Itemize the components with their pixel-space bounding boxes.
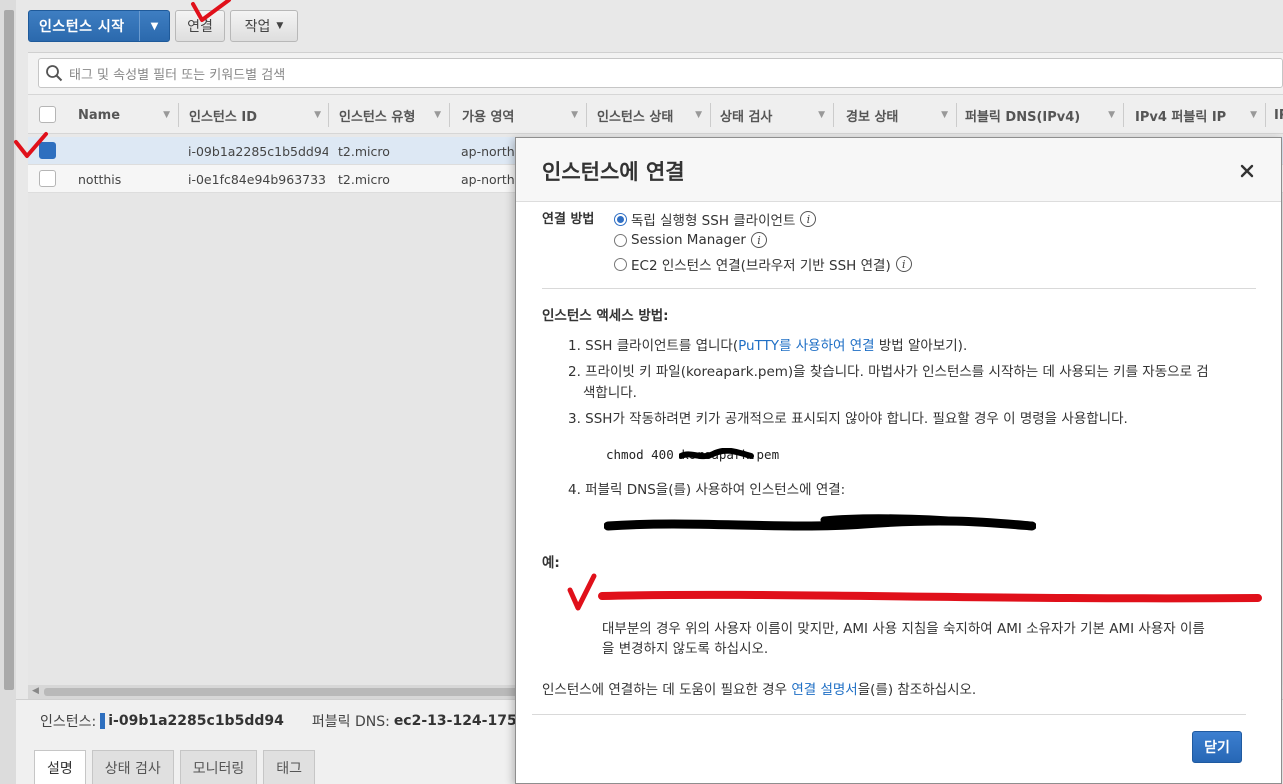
info-icon[interactable]: i [800, 211, 817, 227]
column-header-public-dns[interactable]: 퍼블릭 DNS(IPv4) ▼ [965, 95, 1123, 135]
dialog-header: 인스턴스에 연결 [516, 138, 1281, 202]
redaction-scribble [604, 514, 1036, 531]
chmod-command: chmod 400 koreapark.pem [606, 447, 780, 462]
close-icon[interactable] [1236, 160, 1258, 182]
tab-description[interactable]: 설명 [34, 750, 86, 784]
cell-instance-type: t2.micro [338, 171, 390, 187]
tab-tags[interactable]: 태그 [263, 750, 316, 784]
connection-method-label: 연결 방법 [542, 212, 595, 227]
dns-label: 퍼블릭 DNS: [311, 714, 390, 730]
info-icon[interactable]: i [895, 256, 912, 272]
column-header-name[interactable]: Name ▼ [78, 95, 178, 135]
cell-instance-id: i-09b1a2285c1b5dd94 [188, 143, 328, 159]
column-header-status-checks[interactable]: 상태 검사 ▼ [720, 95, 833, 135]
redaction-scribble [567, 573, 1262, 611]
divider [532, 714, 1246, 715]
instance-color-bar [100, 713, 106, 729]
username-note: 대부분의 경우 위의 사용자 이름이 맞지만, AMI 사용 지침을 숙지하여 … [602, 621, 1205, 657]
step-4: 4. 퍼블릭 DNS을(를) 사용하여 인스턴스에 연결: [568, 482, 846, 498]
actions-button[interactable]: 작업 ▼ [230, 10, 298, 42]
cell-name: notthis [78, 171, 122, 187]
instances-table-header: Name ▼ 인스턴스 ID ▼ 인스턴스 유형 ▼ 가용 영역 ▼ 인스턴스 상태 ▼ … [28, 94, 1283, 134]
column-header-instance-id[interactable]: 인스턴스 ID ▼ [189, 95, 329, 135]
select-all-checkbox[interactable] [39, 106, 56, 123]
column-header-instance-type[interactable]: 인스턴스 유형 ▼ [339, 95, 449, 135]
selected-instance-summary: 인스턴스: i-09b1a2285c1b5dd94 퍼블릭 DNS: ec2-1… [40, 711, 577, 731]
tab-monitoring[interactable]: 모니터링 [179, 750, 258, 784]
search-icon [46, 65, 63, 82]
close-button[interactable]: 닫기 [1192, 731, 1242, 763]
launch-instance-label: 인스턴스 시작 [39, 19, 125, 35]
cell-name [78, 137, 178, 165]
radio-unselected[interactable] [614, 257, 627, 271]
details-tabs: 설명 상태 검사 모니터링 태그 [34, 750, 316, 784]
connect-instance-dialog: 인스턴스에 연결 연결 방법 독립 실행형 SSH 클라이언트 i Sessio… [515, 137, 1282, 784]
column-header-alarm-status[interactable]: 경보 상태 ▼ [846, 95, 956, 135]
instance-label: 인스턴스: [40, 714, 97, 730]
cell-availability-zone: ap-northe [461, 143, 516, 159]
help-text: 인스턴스에 연결하는 데 도움이 필요한 경우 연결 설명서을(를) 참조하십시… [542, 682, 977, 698]
putty-guide-link[interactable]: PuTTY를 사용하여 연결 [738, 338, 874, 354]
divider [542, 288, 1256, 289]
column-header-availability-zone[interactable]: 가용 영역 ▼ [462, 95, 586, 135]
step-2: 2. 프라이빗 키 파일(koreapark.pem)을 찾습니다. 마법사가 … [568, 364, 1209, 401]
horizontal-scrollbar[interactable]: ◀ [28, 685, 518, 699]
left-scrollbar-thumb[interactable] [4, 10, 14, 690]
horizontal-scrollbar-thumb[interactable] [44, 688, 518, 696]
search-placeholder: 태그 및 속성별 필터 또는 키워드별 검색 [69, 67, 286, 83]
connect-button[interactable]: 연결 [175, 10, 225, 42]
step-1: 1. SSH 클라이언트를 엽니다(PuTTY를 사용하여 연결 방법 알아보기… [568, 338, 968, 354]
method-option-session-manager[interactable]: Session Manager i [614, 232, 767, 248]
info-icon[interactable]: i [750, 232, 767, 248]
launch-dropdown-caret-icon[interactable]: ▼ [139, 11, 169, 41]
cell-availability-zone: ap-northe [461, 171, 516, 187]
actions-label: 작업 [244, 19, 271, 35]
column-header-instance-state[interactable]: 인스턴스 상태 ▼ [597, 95, 710, 135]
column-header-ip[interactable]: IP [1274, 95, 1283, 135]
row-checkbox[interactable] [39, 170, 56, 187]
chevron-down-icon: ▼ [276, 21, 284, 31]
scroll-left-arrow-icon[interactable]: ◀ [32, 686, 39, 696]
step-3: 3. SSH가 작동하려면 키가 공개적으로 표시되지 않아야 합니다. 필요할… [568, 411, 1128, 427]
left-panel-strip [0, 0, 16, 784]
search-input[interactable]: 태그 및 속성별 필터 또는 키워드별 검색 [38, 58, 1283, 88]
instance-id-value: i-09b1a2285c1b5dd94 [108, 713, 284, 729]
access-section-title: 인스턴스 액세스 방법: [542, 308, 669, 324]
cell-instance-type: t2.micro [338, 143, 390, 159]
tab-status-checks[interactable]: 상태 검사 [91, 750, 174, 784]
connect-guide-link[interactable]: 연결 설명서 [791, 682, 857, 698]
cell-instance-id: i-0e1fc84e94b963733 [188, 171, 327, 187]
example-label: 예: [542, 555, 560, 571]
radio-unselected[interactable] [614, 233, 627, 247]
method-option-ec2-instance-connect[interactable]: EC2 인스턴스 연결(브라우저 기반 SSH 연결) i [614, 254, 912, 274]
launch-instance-button[interactable]: 인스턴스 시작 ▼ [28, 10, 170, 42]
radio-selected[interactable] [614, 212, 627, 226]
redaction-scribble [679, 448, 755, 460]
dialog-title: 인스턴스에 연결 [542, 160, 685, 184]
column-header-public-ip[interactable]: IPv4 퍼블릭 IP ▼ [1135, 95, 1265, 135]
row-checkbox[interactable] [39, 142, 56, 159]
method-option-ssh-client[interactable]: 독립 실행형 SSH 클라이언트 i [614, 209, 817, 229]
